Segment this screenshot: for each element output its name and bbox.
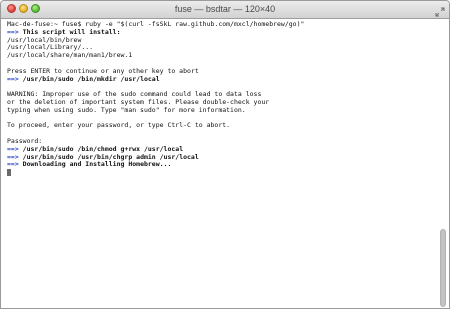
- prompt-arrow: ==>: [7, 152, 19, 161]
- terminal-line: To proceed, enter your password, or type…: [7, 121, 441, 130]
- prompt-arrow: ==>: [7, 160, 19, 169]
- line-text: Press ENTER to continue or any other key…: [7, 66, 199, 75]
- terminal-window: fuse — bsdtar — 120×40 Mac-de-fuse:~ fus…: [0, 0, 450, 309]
- cursor-line: [7, 169, 441, 177]
- window-title: fuse — bsdtar — 120×40: [174, 4, 276, 14]
- line-text: /usr/local/Library/...: [7, 43, 94, 52]
- line-text: Downloading and Installing Homebrew...: [18, 160, 172, 169]
- scroll-thumb[interactable]: [440, 229, 446, 307]
- line-text: /usr/bin/sudo /usr/bin/chgrp admin /usr/…: [18, 152, 199, 161]
- line-text: WARNING: Improper use of the sudo comman…: [7, 90, 262, 99]
- line-text: Mac-de-fuse:~ fuse$ ruby -e "$(curl -fsS…: [7, 20, 305, 28]
- prompt-arrow: ==>: [7, 27, 19, 36]
- title-bar[interactable]: fuse — bsdtar — 120×40: [1, 1, 449, 19]
- terminal-line: /usr/local/share/man/man1/brew.1: [7, 51, 441, 60]
- terminal-line: ==> Downloading and Installing Homebrew.…: [7, 160, 441, 169]
- prompt-arrow: ==>: [7, 144, 19, 153]
- line-text: or the deletion of important system file…: [7, 97, 270, 106]
- line-text: typing when using sudo. Type "man sudo" …: [7, 105, 246, 114]
- terminal-line: ==> /usr/bin/sudo /bin/mkdir /usr/local: [7, 74, 441, 84]
- line-text: Password:: [7, 136, 43, 145]
- terminal-output[interactable]: Mac-de-fuse:~ fuse$ ruby -e "$(curl -fsS…: [1, 19, 441, 308]
- minimize-icon[interactable]: [19, 4, 28, 13]
- vertical-scrollbar[interactable]: [440, 21, 447, 307]
- line-text: /usr/bin/sudo /bin/mkdir /usr/local: [18, 74, 160, 83]
- fullscreen-arrows-icon[interactable]: [435, 4, 445, 17]
- close-icon[interactable]: [7, 4, 16, 13]
- text-cursor: [7, 169, 11, 177]
- line-text: /usr/local/bin/brew: [7, 35, 82, 44]
- line-text: This script will install:: [18, 27, 121, 36]
- line-text: To proceed, enter your password, or type…: [7, 121, 231, 130]
- prompt-arrow: ==>: [7, 74, 19, 83]
- terminal-line: typing when using sudo. Type "man sudo" …: [7, 105, 441, 115]
- line-text: /usr/local/share/man/man1/brew.1: [7, 51, 133, 60]
- line-text: /usr/bin/sudo /bin/chmod g+rwx /usr/loca…: [18, 144, 184, 153]
- zoom-icon[interactable]: [31, 4, 40, 13]
